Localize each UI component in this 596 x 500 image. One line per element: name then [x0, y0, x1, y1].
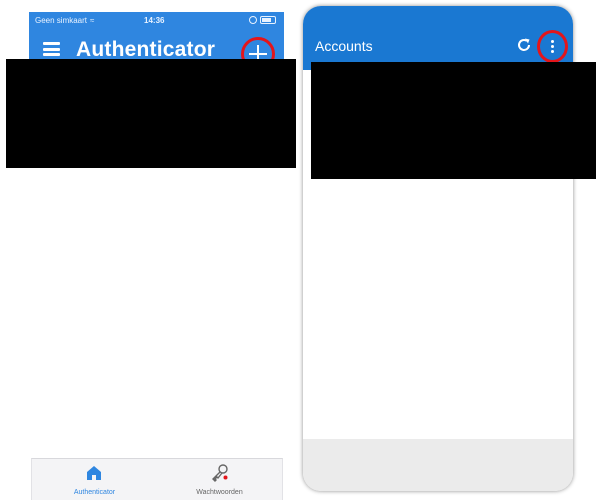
tab-label: Authenticator	[73, 489, 116, 496]
status-carrier: Geen simkaart ≈	[35, 16, 94, 25]
more-vertical-icon	[551, 40, 554, 53]
android-footer-bar	[303, 439, 573, 491]
wifi-icon: ≈	[90, 16, 95, 25]
home-icon	[87, 466, 101, 480]
accounts-title: Accounts	[315, 38, 373, 54]
key-icon	[212, 464, 228, 482]
orientation-lock-icon	[249, 16, 257, 24]
bottom-tab-bar: Authenticator Wachtwoorden	[31, 458, 283, 500]
tab-wachtwoorden[interactable]: Wachtwoorden	[157, 459, 282, 500]
status-time: 14:36	[144, 16, 165, 25]
battery-icon	[260, 16, 276, 24]
tab-authenticator[interactable]: Authenticator	[32, 459, 157, 500]
tab-label: Wachtwoorden	[196, 489, 243, 496]
android-app-bar: Accounts	[303, 6, 573, 70]
redacted-area	[311, 62, 596, 179]
refresh-icon[interactable]	[516, 37, 532, 53]
carrier-label: Geen simkaart	[35, 16, 88, 25]
redacted-area	[6, 59, 296, 168]
more-options-button[interactable]	[537, 30, 568, 63]
status-bar: Geen simkaart ≈ 14:36	[29, 12, 284, 30]
status-indicators	[249, 16, 276, 24]
hamburger-menu-icon[interactable]	[43, 42, 60, 56]
